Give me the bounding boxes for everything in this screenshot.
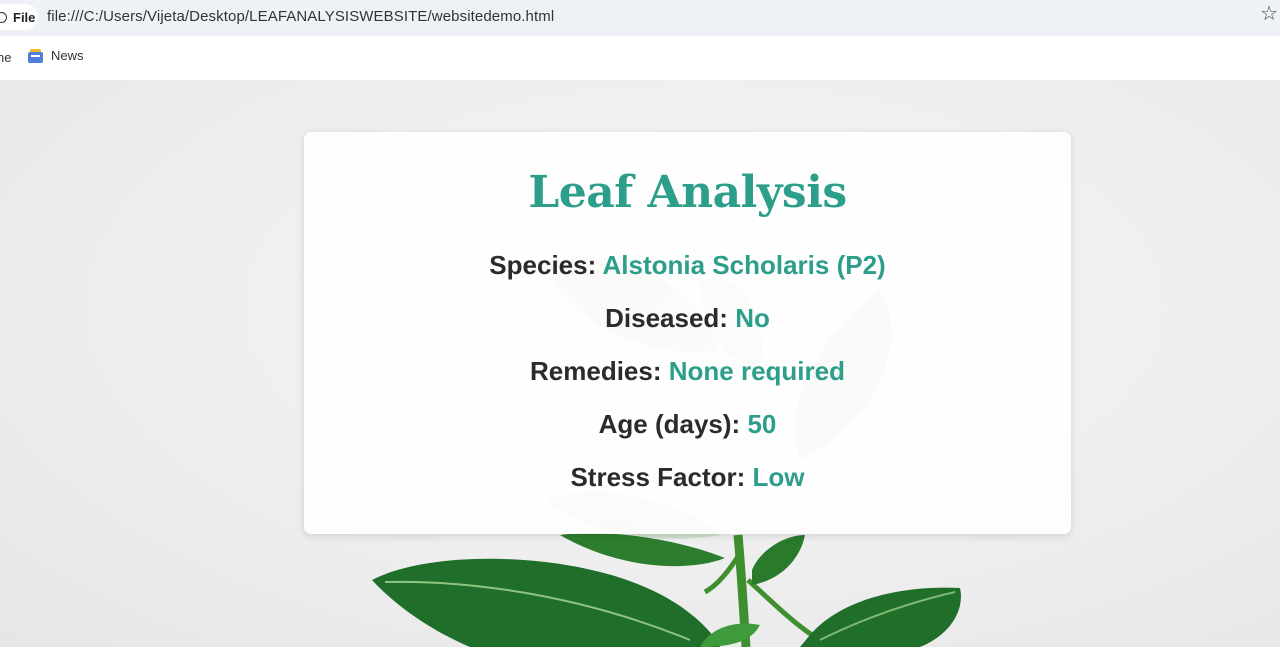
- bookmark-news[interactable]: News: [28, 48, 84, 63]
- browser-toolbar: File file:///C:/Users/Vijeta/Desktop/LEA…: [0, 0, 1280, 36]
- species-value: Alstonia Scholaris (P2): [602, 250, 886, 280]
- bookmark-news-label: News: [51, 48, 84, 63]
- stress-factor-label: Stress Factor:: [570, 462, 753, 492]
- remedies-value: None required: [668, 356, 845, 386]
- page-title: Leaf Analysis: [528, 167, 847, 218]
- remedies-label: Remedies:: [530, 356, 669, 386]
- age-row: Age (days): 50: [304, 409, 1071, 439]
- stress-factor-value: Low: [752, 462, 805, 492]
- species-row: Species: Alstonia Scholaris (P2): [304, 250, 1071, 280]
- age-value: 50: [747, 409, 777, 439]
- info-icon: [0, 11, 7, 23]
- news-icon: [28, 48, 43, 63]
- diseased-value: No: [735, 303, 770, 333]
- bookmarks-bar: ne News: [0, 36, 1280, 80]
- diseased-row: Diseased: No: [304, 303, 1071, 333]
- remedies-row: Remedies: None required: [304, 356, 1071, 386]
- address-bar-url[interactable]: file:///C:/Users/Vijeta/Desktop/LEAFANAL…: [47, 8, 554, 25]
- diseased-label: Diseased:: [605, 303, 736, 333]
- star-icon[interactable]: ☆: [1260, 4, 1278, 24]
- site-info-chip[interactable]: File: [0, 4, 38, 30]
- age-label: Age (days):: [598, 409, 748, 439]
- page-background: Leaf Analysis Species: Alstonia Scholari…: [0, 80, 1280, 647]
- stress-factor-row: Stress Factor: Low: [304, 462, 1071, 492]
- bookmark-item[interactable]: ne: [0, 50, 11, 65]
- species-label: Species:: [489, 250, 603, 280]
- leaf-analysis-card: Leaf Analysis Species: Alstonia Scholari…: [304, 132, 1071, 534]
- scheme-label: File: [13, 9, 36, 25]
